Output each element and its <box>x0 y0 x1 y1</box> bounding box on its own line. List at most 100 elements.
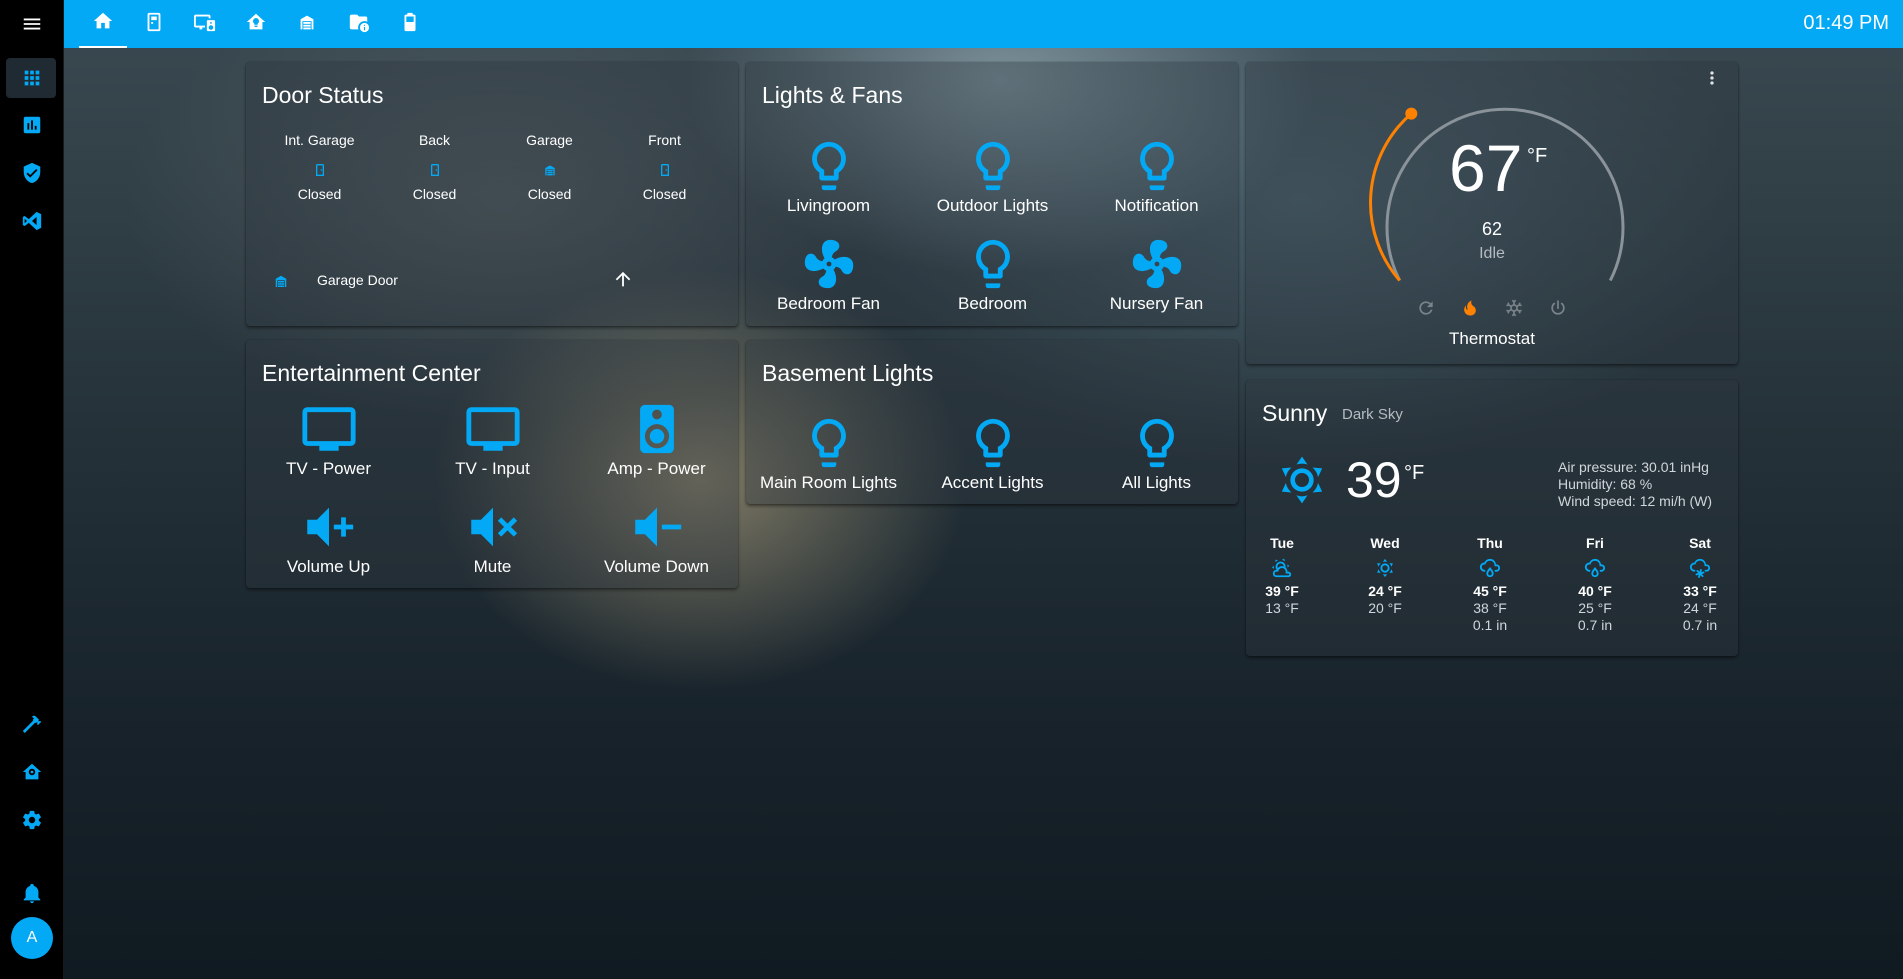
lightbulb-icon <box>746 137 911 195</box>
door-panel-icon <box>143 11 165 38</box>
forecast-low: 20 °F <box>1368 600 1402 616</box>
shield-check-icon[interactable] <box>0 149 64 197</box>
mode-cool-button[interactable] <box>1504 298 1528 322</box>
tab-door-panel[interactable] <box>130 0 178 48</box>
light-outdoor[interactable]: Outdoor Lights <box>910 137 1075 216</box>
forecast-high: 40 °F <box>1578 583 1612 599</box>
entity-label: Mute <box>473 557 512 576</box>
garage-icon <box>492 152 607 186</box>
home-icon <box>92 10 114 37</box>
light-bedroom[interactable]: Bedroom <box>910 235 1075 314</box>
dashboard-grid-icon[interactable] <box>0 54 64 102</box>
mute-button[interactable]: Mute <box>410 498 575 577</box>
entity-label: Outdoor Lights <box>936 196 1049 215</box>
door-state: Closed <box>527 186 572 202</box>
lightbulb-icon <box>910 137 1075 195</box>
volume-mute-icon <box>410 498 575 556</box>
door-garage[interactable]: Garage Closed <box>492 132 607 202</box>
door-closed-icon <box>377 152 492 186</box>
thermostat-name: Thermostat <box>1449 329 1535 348</box>
garage-door-label: Garage Door <box>317 272 398 288</box>
forecast-low: 38 °F <box>1473 600 1507 616</box>
entity-label: Bedroom Fan <box>777 294 880 313</box>
entity-label: TV - Input <box>455 459 530 478</box>
garage-open-button[interactable] <box>612 268 638 294</box>
door-back[interactable]: Back Closed <box>377 132 492 202</box>
entity-label: Accent Lights <box>941 473 1044 492</box>
entity-label: Volume Down <box>604 557 709 576</box>
snowy-icon <box>1670 557 1730 583</box>
bell-icon[interactable] <box>0 869 64 917</box>
home-lightbulb-icon <box>245 11 267 38</box>
fan-icon <box>1074 235 1239 293</box>
card-title: Basement Lights <box>762 360 934 386</box>
door-state: Closed <box>412 186 457 202</box>
tab-lights[interactable] <box>232 0 280 48</box>
fan-nursery[interactable]: Nursery Fan <box>1074 235 1239 314</box>
lightbulb-icon <box>1074 137 1239 195</box>
home-gear-icon[interactable] <box>0 748 64 796</box>
volume-minus-icon <box>574 498 739 556</box>
forecast-precip: 0.1 in <box>1472 617 1508 633</box>
television-icon <box>410 400 575 458</box>
mode-auto-button[interactable] <box>1416 298 1440 322</box>
garage-icon <box>296 11 318 38</box>
entity-label: TV - Power <box>285 459 372 478</box>
entity-label: Main Room Lights <box>759 473 897 492</box>
light-accent[interactable]: Accent Lights <box>910 414 1075 493</box>
forecast-day: Thu 45 °F 38 °F 0.1 in <box>1460 535 1520 634</box>
weather-attributes: Air pressure: 30.01 inHg Humidity: 68 % … <box>1558 459 1718 510</box>
volume-up-button[interactable]: Volume Up <box>246 498 411 577</box>
volume-down-button[interactable]: Volume Down <box>574 498 739 577</box>
door-closed-icon <box>607 152 722 186</box>
lightbulb-icon <box>1074 414 1239 472</box>
monitor-speaker-icon <box>194 11 216 38</box>
refresh-auto-icon <box>1416 301 1436 322</box>
gear-icon[interactable] <box>0 796 64 844</box>
entity-label: Bedroom <box>958 294 1027 313</box>
tab-garage[interactable] <box>283 0 331 48</box>
chart-icon[interactable] <box>0 101 64 149</box>
tv-input-button[interactable]: TV - Input <box>410 400 575 479</box>
tab-home[interactable] <box>79 0 127 48</box>
door-name: Int. Garage <box>284 132 355 148</box>
menu-icon[interactable] <box>0 0 64 48</box>
weather-card[interactable]: Sunny Dark Sky 39 °F Air pressure: 30.01… <box>1246 380 1738 656</box>
forecast-high: 39 °F <box>1265 583 1299 599</box>
light-main-room[interactable]: Main Room Lights <box>746 414 911 493</box>
tab-info[interactable] <box>335 0 383 48</box>
folder-info-icon <box>348 11 370 38</box>
tab-battery[interactable] <box>386 0 434 48</box>
forecast-low: 25 °F <box>1578 600 1612 616</box>
forecast-day: Wed 24 °F 20 °F <box>1355 535 1415 634</box>
lights-fans-card: Lights & Fans Livingroom Outdoor Lights … <box>746 62 1238 326</box>
light-livingroom[interactable]: Livingroom <box>746 137 911 216</box>
fan-bedroom[interactable]: Bedroom Fan <box>746 235 911 314</box>
forecast-day-name: Wed <box>1370 535 1400 551</box>
volume-plus-icon <box>246 498 411 556</box>
door-int-garage[interactable]: Int. Garage Closed <box>262 132 377 202</box>
humidity: Humidity: 68 % <box>1558 476 1653 492</box>
card-title: Door Status <box>262 82 384 108</box>
light-all[interactable]: All Lights <box>1074 414 1239 493</box>
mode-heat-button[interactable] <box>1460 298 1484 322</box>
weather-unit: °F <box>1404 462 1425 484</box>
lightbulb-icon <box>746 414 911 472</box>
door-front[interactable]: Front Closed <box>607 132 722 202</box>
speaker-icon <box>574 400 739 458</box>
mode-off-button[interactable] <box>1548 298 1572 322</box>
rainy-icon <box>1460 557 1520 583</box>
forecast-day: Fri 40 °F 25 °F 0.7 in <box>1565 535 1625 634</box>
power-icon <box>1548 300 1568 322</box>
temperature-unit: °F <box>1527 145 1548 167</box>
door-status-card: Door Status Int. Garage Closed Back Clos… <box>246 62 738 326</box>
amp-power-button[interactable]: Amp - Power <box>574 400 739 479</box>
door-closed-icon <box>262 152 377 186</box>
light-notification[interactable]: Notification <box>1074 137 1239 216</box>
tv-power-button[interactable]: TV - Power <box>246 400 411 479</box>
tab-media[interactable] <box>181 0 229 48</box>
avatar[interactable]: A <box>11 917 53 959</box>
snowflake-icon <box>1504 299 1524 322</box>
vscode-icon[interactable] <box>0 197 64 245</box>
hammer-icon[interactable] <box>0 700 64 748</box>
